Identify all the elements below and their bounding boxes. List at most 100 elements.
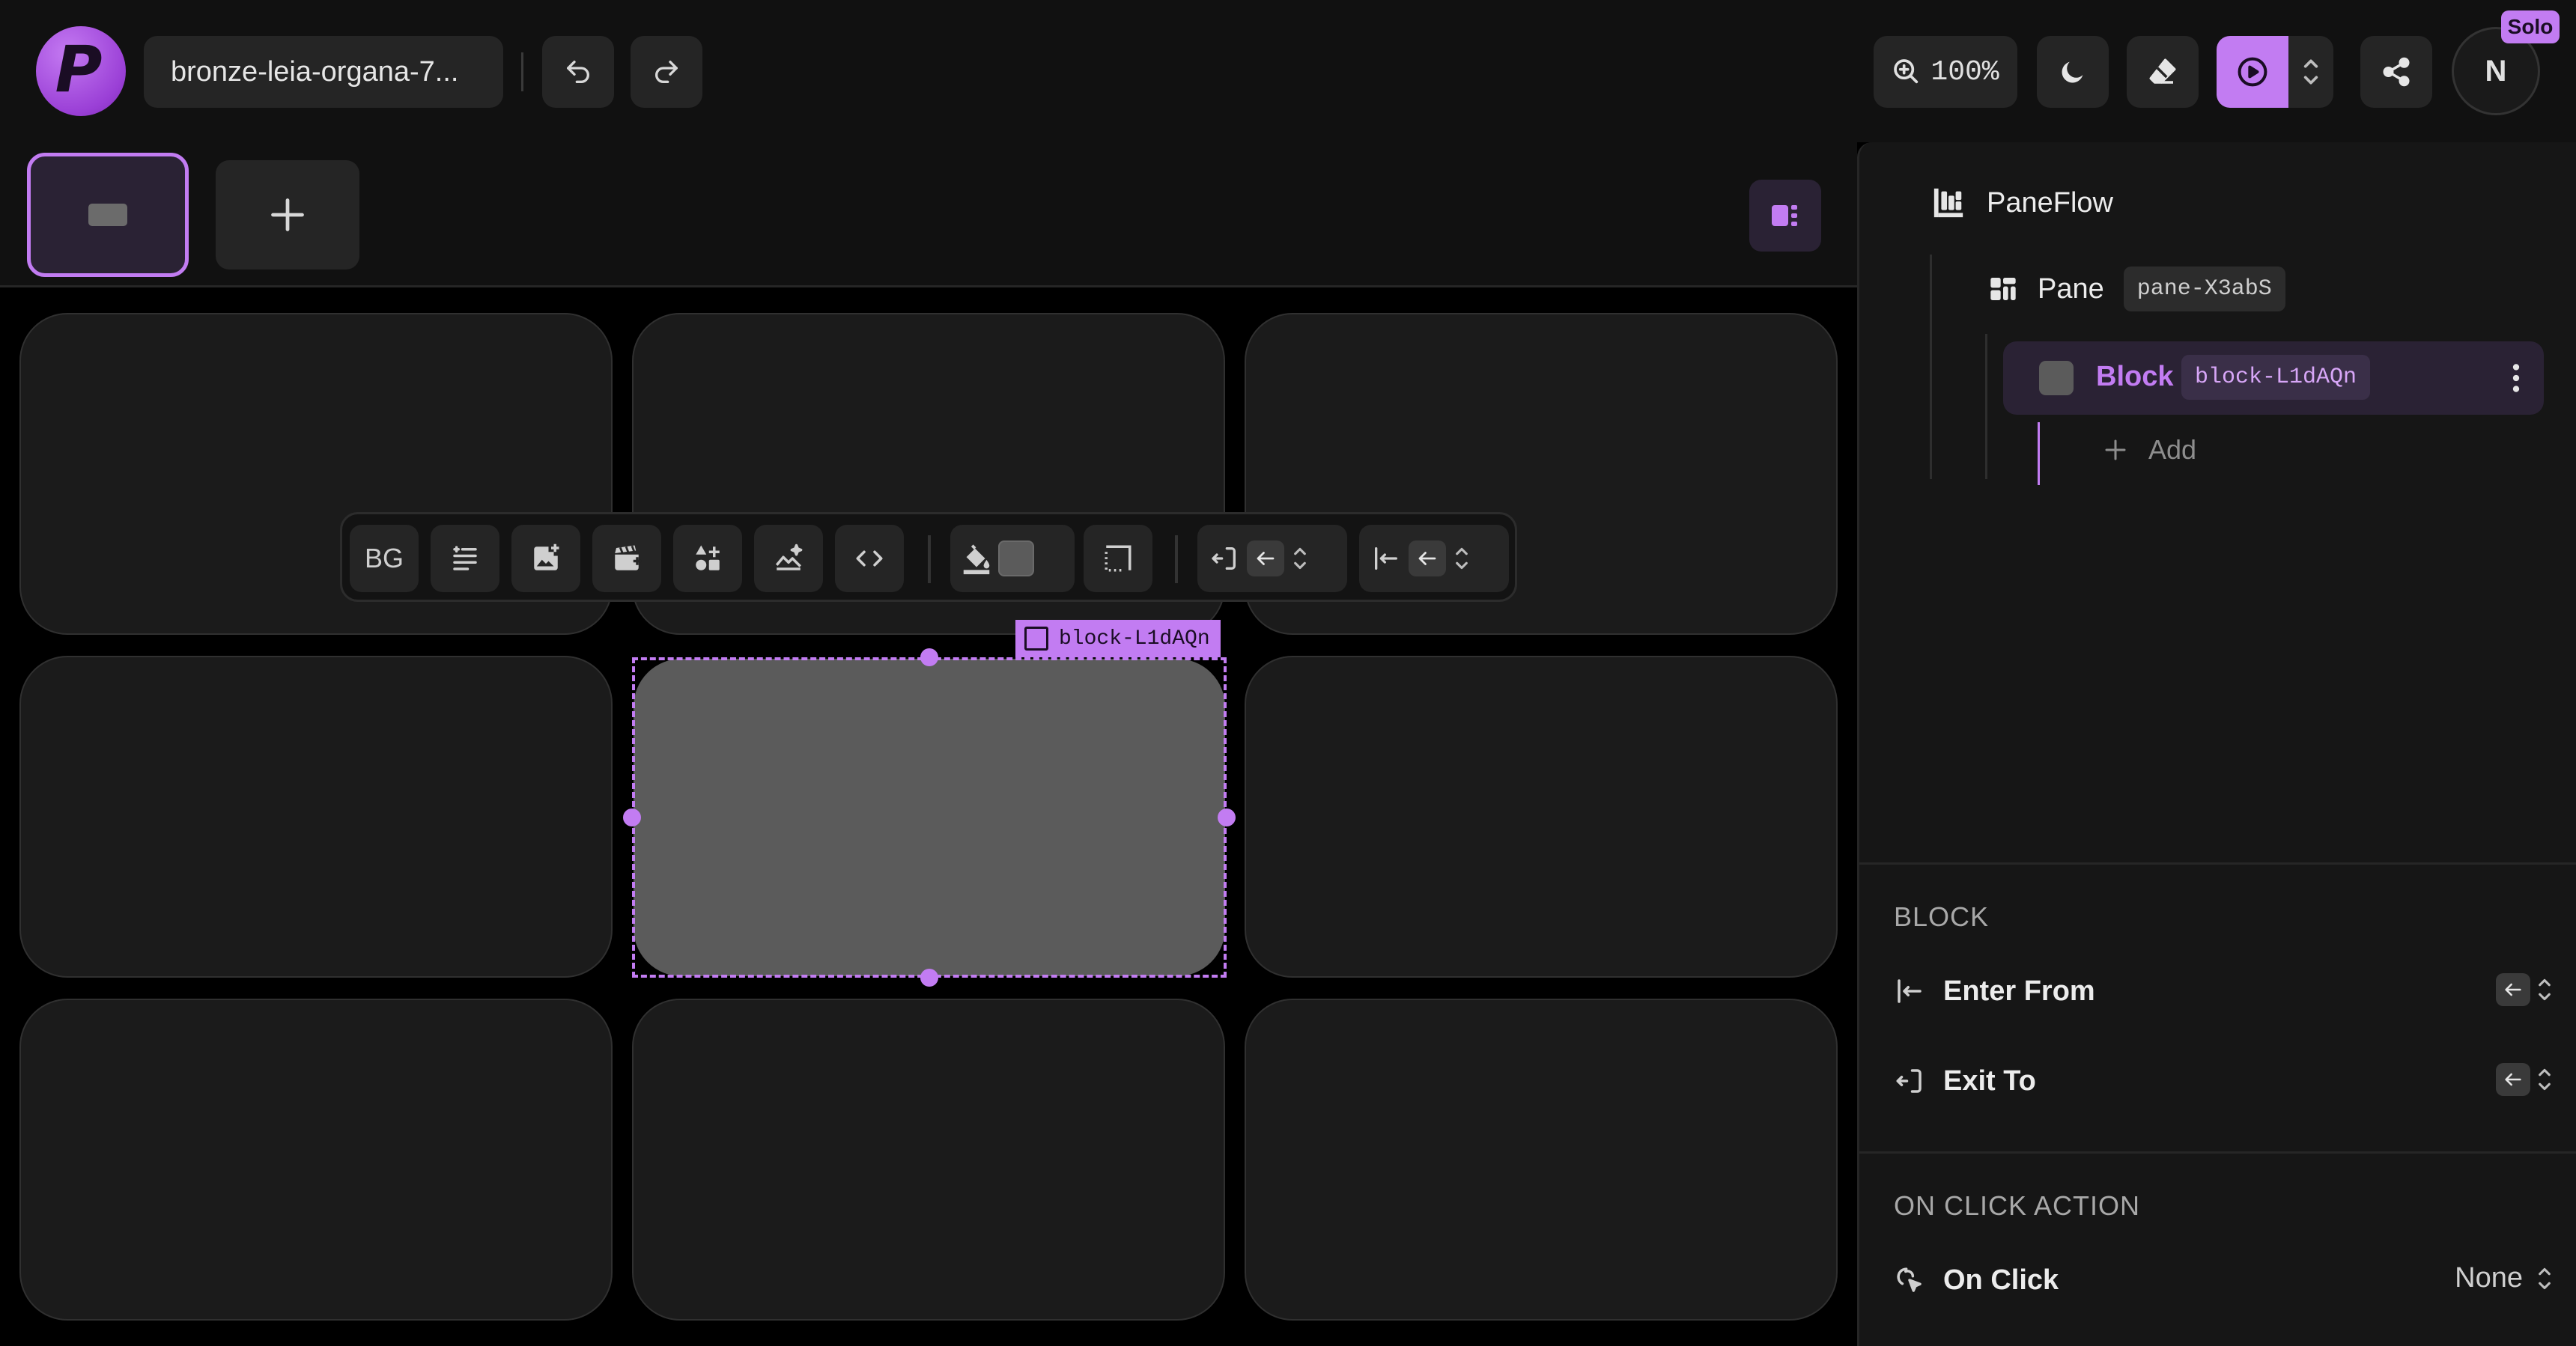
- enter-from-row: Enter From: [1894, 969, 2553, 1014]
- background-button[interactable]: BG: [350, 525, 419, 592]
- inspector-panel: PaneFlow Pane pane-X3abS Block block-L1d…: [1857, 142, 2576, 1346]
- top-bar: P bronze-leia-organa-7... 100% N Solo: [0, 0, 2576, 142]
- arrow-left-icon: [2505, 983, 2521, 996]
- enter-icon: [1375, 547, 1397, 570]
- more-vertical-icon: [2512, 364, 2520, 392]
- toolbar-divider: [928, 535, 931, 583]
- text-list-icon: [453, 546, 477, 570]
- add-image-button[interactable]: [511, 525, 580, 592]
- border-button[interactable]: [1084, 525, 1152, 592]
- preview-play-button[interactable]: [2217, 36, 2288, 108]
- chevron-updown-icon: [1456, 547, 1468, 570]
- block-more-button[interactable]: [2497, 359, 2535, 397]
- arrow-left-icon: [1257, 552, 1275, 565]
- on-click-value: None: [2455, 1262, 2523, 1294]
- tree-add-label: Add: [2148, 434, 2197, 465]
- enter-from-label: Enter From: [1943, 975, 2095, 1007]
- grid-block[interactable]: [19, 999, 613, 1321]
- share-icon: [2383, 57, 2410, 87]
- grid-block[interactable]: [632, 999, 1225, 1321]
- zoom-in-icon: [1894, 59, 1919, 84]
- selection-label: block-L1dAQn: [1015, 620, 1221, 657]
- ai-image-button[interactable]: [754, 525, 823, 592]
- grid-block[interactable]: [19, 656, 613, 978]
- code-button[interactable]: [835, 525, 904, 592]
- add-pane-button[interactable]: [216, 160, 359, 269]
- add-video-button[interactable]: [592, 525, 661, 592]
- fill-color-button[interactable]: [950, 525, 1075, 592]
- pane-thumbnail[interactable]: [27, 153, 189, 277]
- redo-icon: [655, 61, 678, 84]
- tree-guide: [1930, 255, 1932, 479]
- direction-pill: [1409, 540, 1446, 576]
- chevron-updown-icon: [1294, 547, 1306, 570]
- resize-handle-right[interactable]: [1218, 808, 1236, 826]
- moon-icon: [2062, 61, 2083, 83]
- styles-button[interactable]: [2127, 36, 2199, 108]
- project-name-field[interactable]: bronze-leia-organa-7...: [144, 36, 503, 108]
- arrow-left-icon: [2505, 1073, 2521, 1086]
- chevron-updown-icon: [2303, 59, 2318, 85]
- plus-icon: [2105, 439, 2126, 460]
- exit-to-label: Exit To: [1943, 1065, 2036, 1097]
- undo-button[interactable]: [542, 36, 614, 108]
- border-dotted-icon: [1105, 545, 1131, 572]
- resize-handle-left[interactable]: [623, 808, 641, 826]
- undo-icon: [567, 61, 589, 84]
- chevron-updown-icon: [2539, 1267, 2551, 1289]
- selected-block[interactable]: [634, 659, 1225, 976]
- canvas: block-L1dAQn BG: [0, 287, 1857, 1346]
- tree-pane-label: Pane: [2038, 272, 2104, 305]
- enter-animation-control[interactable]: [1359, 525, 1509, 592]
- exit-animation-control[interactable]: [1197, 525, 1347, 592]
- app-logo[interactable]: P: [36, 26, 126, 116]
- block-section-title: BLOCK: [1894, 901, 1990, 932]
- tree-item-pane[interactable]: Pane pane-X3abS: [1988, 267, 2285, 311]
- shapes-icon: [696, 545, 720, 570]
- on-click-label: On Click: [1943, 1264, 2059, 1296]
- redo-button[interactable]: [631, 36, 702, 108]
- play-circle-icon: [2238, 57, 2267, 87]
- grid-block[interactable]: [1245, 999, 1838, 1321]
- zoom-button[interactable]: 100%: [1874, 36, 2017, 108]
- add-shape-button[interactable]: [673, 525, 742, 592]
- paint-bucket-icon: [963, 544, 990, 575]
- section-divider: [1859, 1151, 2576, 1154]
- enter-icon: [1898, 979, 1922, 1003]
- exit-to-select[interactable]: [2496, 1063, 2553, 1096]
- tree-root-paneflow[interactable]: PaneFlow: [1931, 186, 2113, 220]
- on-click-row: On Click None: [1894, 1258, 2553, 1303]
- fill-color-swatch: [998, 540, 1034, 576]
- resize-handle-bottom[interactable]: [920, 969, 938, 987]
- preview-options-toggle[interactable]: [2288, 36, 2333, 108]
- resize-handle-top[interactable]: [920, 648, 938, 666]
- tree-guide: [1985, 334, 1987, 479]
- arrow-left-icon: [1418, 552, 1436, 565]
- pane-layout-icon: [1990, 278, 2016, 300]
- panel-toggle-button[interactable]: [1749, 180, 1821, 252]
- tree-add-button[interactable]: Add: [2102, 434, 2196, 466]
- theme-toggle-button[interactable]: [2037, 36, 2109, 108]
- section-divider: [1859, 862, 2576, 865]
- chevron-updown-icon: [2539, 978, 2551, 1001]
- exit-icon: [1896, 1069, 1922, 1093]
- image-sparkle-icon: [775, 543, 803, 570]
- block-id-chip: block-L1dAQn: [2181, 355, 2371, 400]
- clapperboard-icon: [615, 545, 642, 570]
- square-icon: [1024, 627, 1048, 651]
- block-toolbar: BG: [340, 512, 1517, 602]
- text-button[interactable]: [431, 525, 499, 592]
- grid-block[interactable]: [1245, 656, 1838, 978]
- tree-item-block[interactable]: Block block-L1dAQn: [2003, 341, 2544, 415]
- eraser-icon: [2149, 58, 2176, 84]
- pane-strip: [0, 142, 1857, 287]
- on-click-select[interactable]: None: [2455, 1262, 2553, 1294]
- direction-pill: [2496, 1063, 2530, 1096]
- share-button[interactable]: [2360, 36, 2432, 108]
- pane-preview-shape: [88, 204, 127, 226]
- bg-label: BG: [364, 543, 404, 573]
- enter-from-select[interactable]: [2496, 973, 2553, 1006]
- toolbar-divider: [1175, 535, 1178, 583]
- direction-pill: [1247, 540, 1284, 576]
- chevron-updown-icon: [2539, 1068, 2551, 1091]
